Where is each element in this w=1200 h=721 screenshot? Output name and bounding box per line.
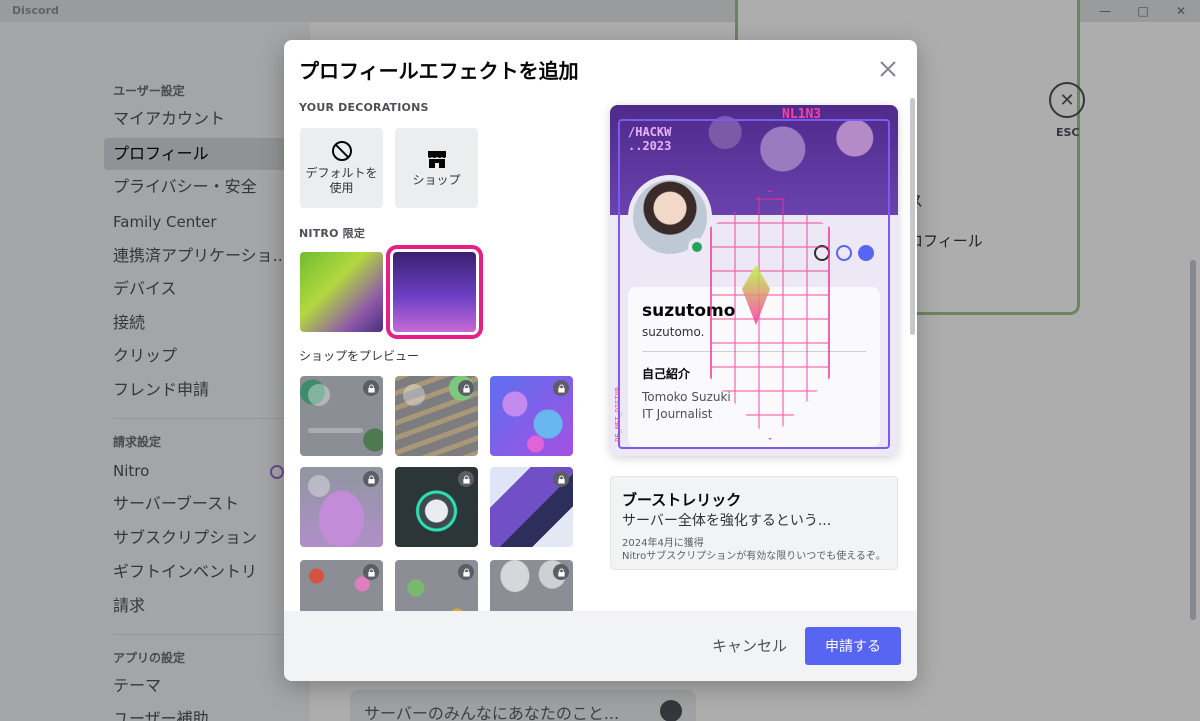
lock-icon [553, 380, 569, 396]
effect-side-text: DE_NET_DISTUR [614, 387, 622, 442]
effect-tile-nitro-1[interactable] [300, 252, 383, 332]
effect-tile-shop-1[interactable] [300, 376, 383, 456]
nitro-badge-icon [836, 245, 852, 261]
effect-hack-text: /HACKW ..2023 [628, 125, 672, 153]
lock-icon [458, 564, 474, 580]
about-me-text: Tomoko Suzuki IT Journalist [642, 390, 731, 421]
use-default-tile[interactable]: デフォルトを 使用 [300, 128, 383, 208]
use-default-label: デフォルトを 使用 [305, 166, 378, 195]
lock-icon [363, 471, 379, 487]
effect-nl-text: NL1N3 [782, 107, 822, 122]
effect-tile-shop-2[interactable] [395, 376, 478, 456]
lock-icon [363, 380, 379, 396]
lock-icon [363, 564, 379, 580]
modal-footer: キャンセル 申請する [284, 611, 917, 681]
section-nitro-exclusive: NITRO 限定 [299, 227, 366, 240]
modal-scrollbar[interactable] [910, 98, 915, 335]
lock-icon [458, 380, 474, 396]
ghost-avatar [308, 384, 330, 406]
effect-tile-shop-6[interactable] [490, 467, 573, 547]
lock-icon [553, 471, 569, 487]
cancel-button[interactable]: キャンセル [712, 635, 787, 656]
lock-icon [553, 564, 569, 580]
shop-label: ショップ [412, 172, 461, 187]
boost-description: サーバー全体を強化するという... [622, 513, 832, 529]
modal-title: プロフィールエフェクトを追加 [299, 59, 579, 83]
lock-icon [458, 471, 474, 487]
username: suzutomo. [642, 325, 705, 339]
shop-tile[interactable]: ショップ [395, 128, 478, 208]
section-your-decorations: YOUR DECORATIONS [299, 101, 429, 114]
prohibited-icon [331, 141, 352, 161]
effect-tile-shop-5[interactable] [395, 467, 478, 547]
ghost-avatar [403, 384, 425, 406]
about-me-heading: 自己紹介 [642, 367, 691, 381]
section-shop-preview: ショップをプレビュー [299, 349, 420, 363]
shop-icon [427, 150, 446, 168]
apply-button[interactable]: 申請する [805, 627, 901, 665]
ghost-bar [308, 428, 363, 433]
profile-preview: /HACKW ..2023 NL1N3 suzutomo suzutomo. 自… [610, 105, 898, 456]
profile-effect-modal: プロフィールエフェクトを追加 YOUR DECORATIONS デフォルトを 使… [284, 40, 917, 681]
close-icon[interactable] [876, 57, 900, 81]
boost-relic-card: ブーストレリック サーバー全体を強化するという... 2024年4月に獲得 Ni… [610, 476, 898, 570]
boost-badge-icon [858, 245, 874, 261]
status-online-icon [688, 238, 706, 256]
ghost-avatar [308, 475, 330, 497]
boost-title: ブーストレリック [622, 491, 742, 509]
effect-tile-shop-3[interactable] [490, 376, 573, 456]
effect-tile-nitro-2-selected[interactable] [386, 245, 483, 339]
effect-tile-shop-4[interactable] [300, 467, 383, 547]
boost-note: Nitroサブスクリプションが有効な限りいつでも使えるぞ。 [622, 551, 886, 562]
